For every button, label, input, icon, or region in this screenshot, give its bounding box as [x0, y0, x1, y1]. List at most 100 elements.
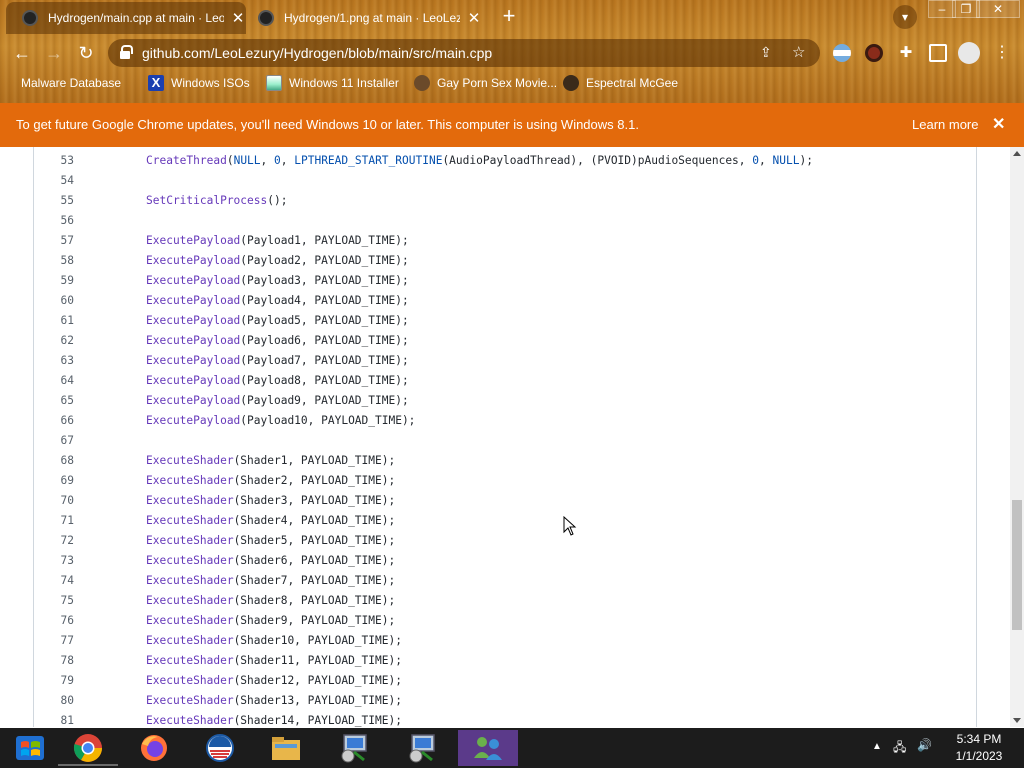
update-infobar: To get future Google Chrome updates, you… — [0, 103, 1024, 147]
line-number[interactable]: 80 — [42, 691, 74, 711]
tab-search-button[interactable]: ▾ — [893, 5, 917, 29]
line-number[interactable]: 65 — [42, 391, 74, 411]
code-line: 81 ExecuteShader(Shader14, PAYLOAD_TIME); — [34, 711, 976, 727]
code-line: 64 ExecutePayload(Payload8, PAYLOAD_TIME)… — [34, 371, 976, 391]
learn-more-link[interactable]: Learn more — [912, 117, 978, 132]
code-text: ExecutePayload(Payload8, PAYLOAD_TIME); — [146, 371, 409, 391]
code-line: 67 — [34, 431, 976, 451]
lock-icon[interactable] — [120, 45, 133, 59]
line-number[interactable]: 75 — [42, 591, 74, 611]
line-number[interactable]: 74 — [42, 571, 74, 591]
file-explorer-icon[interactable] — [256, 730, 316, 766]
line-number[interactable]: 81 — [42, 711, 74, 727]
line-number[interactable]: 76 — [42, 611, 74, 631]
system-clock[interactable]: 5:34 PM 1/1/2023 — [948, 731, 1010, 765]
line-number[interactable]: 78 — [42, 651, 74, 671]
function-token: ExecutePayload — [146, 394, 241, 407]
function-token: ExecuteShader — [146, 514, 234, 527]
bookmark-star-icon[interactable]: ☆ — [792, 43, 805, 61]
scroll-down-arrow-icon[interactable] — [1013, 718, 1021, 723]
code-line: 77 ExecuteShader(Shader10, PAYLOAD_TIME); — [34, 631, 976, 651]
bookmark-espectral-mcgee[interactable]: Espectral McGee — [563, 75, 678, 91]
code-token: (Shader9, PAYLOAD_TIME); — [233, 614, 396, 627]
line-number[interactable]: 69 — [42, 471, 74, 491]
menu-dots-icon[interactable]: ⋮ — [994, 42, 1010, 62]
firefox-icon[interactable] — [124, 730, 184, 766]
code-text: CreateThread(NULL, 0, LPTHREAD_START_ROU… — [146, 151, 813, 171]
bookmark-windows-11-installer[interactable]: Windows 11 Installer — [266, 75, 399, 91]
obama-icon[interactable] — [190, 730, 250, 766]
close-infobar-icon[interactable]: ✕ — [992, 114, 1005, 134]
profile-icon[interactable] — [958, 42, 980, 64]
bookmark-windows-isos[interactable]: X Windows ISOs — [148, 75, 250, 91]
flag-extension-icon[interactable] — [833, 44, 851, 62]
line-number[interactable]: 58 — [42, 251, 74, 271]
scroll-up-arrow-icon[interactable] — [1013, 151, 1021, 156]
line-number[interactable]: 64 — [42, 371, 74, 391]
avatar-extension-icon[interactable] — [865, 44, 883, 62]
close-window-button[interactable]: ✕ — [976, 0, 1020, 18]
tray-chevron-up-icon[interactable]: ▲ — [872, 741, 882, 752]
share-icon[interactable]: ⇪ — [760, 44, 772, 61]
line-number[interactable]: 79 — [42, 671, 74, 691]
address-bar[interactable]: github.com/LeoLezury/Hydrogen/blob/main/… — [108, 39, 820, 67]
code-text: ExecuteShader(Shader12, PAYLOAD_TIME); — [146, 671, 402, 691]
windows-start-icon[interactable] — [0, 730, 60, 766]
code-line: 73 ExecuteShader(Shader6, PAYLOAD_TIME); — [34, 551, 976, 571]
line-number[interactable]: 61 — [42, 311, 74, 331]
bookmark-site[interactable]: Gay Porn Sex Movie... — [414, 75, 557, 91]
line-number[interactable]: 59 — [42, 271, 74, 291]
line-number[interactable]: 68 — [42, 451, 74, 471]
code-text: ExecutePayload(Payload10, PAYLOAD_TIME); — [146, 411, 415, 431]
code-token: (Shader4, PAYLOAD_TIME); — [233, 514, 396, 527]
volume-icon[interactable]: 🔊 — [917, 738, 932, 752]
tab-1-png[interactable]: Hydrogen/1.png at main · LeoLezury ✕ — [242, 2, 490, 34]
line-number[interactable]: 73 — [42, 551, 74, 571]
line-number[interactable]: 67 — [42, 431, 74, 451]
code-token: (Shader7, PAYLOAD_TIME); — [233, 574, 396, 587]
line-number[interactable]: 62 — [42, 331, 74, 351]
line-number[interactable]: 77 — [42, 631, 74, 651]
line-number[interactable]: 70 — [42, 491, 74, 511]
code-text: ExecuteShader(Shader4, PAYLOAD_TIME); — [146, 511, 395, 531]
code-text: ExecutePayload(Payload7, PAYLOAD_TIME); — [146, 351, 409, 371]
line-number[interactable]: 72 — [42, 531, 74, 551]
network-icon[interactable]: 🖧 — [893, 738, 906, 759]
code-token: (Shader12, PAYLOAD_TIME); — [233, 674, 402, 687]
tab-title: Hydrogen/main.cpp at main · LeoLezury — [48, 11, 224, 25]
url-text[interactable]: github.com/LeoLezury/Hydrogen/blob/main/… — [142, 45, 492, 61]
function-token: ExecutePayload — [146, 374, 241, 387]
chrome-icon[interactable] — [58, 730, 118, 766]
code-line: 58 ExecutePayload(Payload2, PAYLOAD_TIME)… — [34, 251, 976, 271]
line-number[interactable]: 63 — [42, 351, 74, 371]
forward-arrow-icon[interactable]: → — [43, 42, 65, 64]
reload-icon[interactable]: ↻ — [75, 42, 97, 64]
bookmark-malware-database[interactable]: Malware Database — [14, 75, 121, 91]
line-number[interactable]: 56 — [42, 211, 74, 231]
code-token: (Shader10, PAYLOAD_TIME); — [233, 634, 402, 647]
scrollbar-thumb[interactable] — [1012, 500, 1022, 630]
line-number[interactable]: 71 — [42, 511, 74, 531]
line-number[interactable]: 54 — [42, 171, 74, 191]
back-arrow-icon[interactable]: ← — [11, 42, 33, 64]
line-number[interactable]: 53 — [42, 151, 74, 171]
installer-icon[interactable] — [324, 730, 384, 766]
new-tab-button[interactable]: + — [498, 5, 520, 28]
close-tab-icon[interactable]: ✕ — [466, 9, 482, 27]
vertical-scrollbar[interactable] — [1010, 147, 1024, 727]
code-text: ExecuteShader(Shader1, PAYLOAD_TIME); — [146, 451, 395, 471]
line-number[interactable]: 66 — [42, 411, 74, 431]
line-number[interactable]: 60 — [42, 291, 74, 311]
network-users-icon[interactable] — [458, 730, 518, 766]
code-line: 80 ExecuteShader(Shader13, PAYLOAD_TIME); — [34, 691, 976, 711]
line-number[interactable]: 55 — [42, 191, 74, 211]
code-text: ExecuteShader(Shader10, PAYLOAD_TIME); — [146, 631, 402, 651]
code-text: ExecuteShader(Shader14, PAYLOAD_TIME); — [146, 711, 402, 727]
code-text: ExecuteShader(Shader5, PAYLOAD_TIME); — [146, 531, 395, 551]
tab-main-cpp[interactable]: Hydrogen/main.cpp at main · LeoLezury ✕ — [6, 2, 246, 34]
side-panel-icon[interactable] — [929, 44, 947, 62]
installer-icon[interactable] — [392, 730, 452, 766]
code-text: ExecutePayload(Payload2, PAYLOAD_TIME); — [146, 251, 409, 271]
extensions-puzzle-icon[interactable]: ✚ — [897, 44, 915, 62]
line-number[interactable]: 57 — [42, 231, 74, 251]
